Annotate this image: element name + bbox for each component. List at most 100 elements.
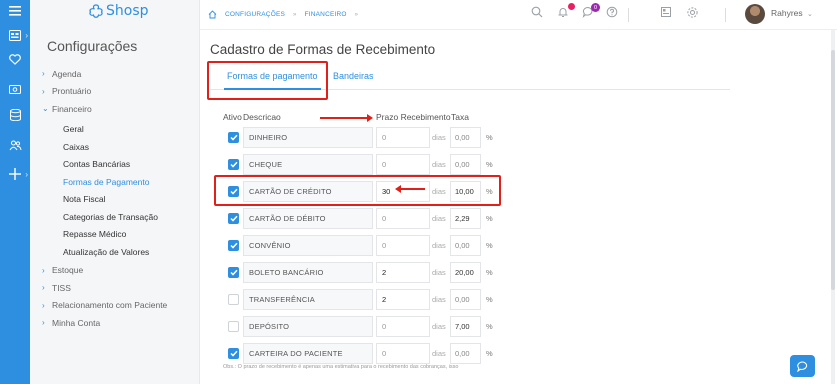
chevron-down-icon: ⌄: [42, 104, 49, 114]
menu-icon[interactable]: [0, 0, 30, 22]
active-checkbox[interactable]: [228, 294, 239, 305]
percent-label: %: [486, 322, 493, 331]
home-icon[interactable]: [208, 10, 217, 19]
chat-bubble-icon[interactable]: 0: [580, 3, 600, 21]
description-field[interactable]: TRANSFERÊNCIA: [243, 289, 373, 310]
taxa-input[interactable]: 20,00: [450, 262, 481, 283]
calculator-icon[interactable]: [658, 6, 674, 21]
dias-label: dias: [432, 322, 446, 331]
list-item: CARTÃO DE DÉBITO 0 dias 2,29%: [225, 205, 495, 232]
gear-icon[interactable]: [684, 6, 700, 22]
sidebar-item-relacionamento[interactable]: › Relacionamento com Paciente: [42, 297, 202, 315]
active-checkbox[interactable]: [228, 213, 239, 224]
users-icon[interactable]: [0, 134, 30, 156]
check-icon: [229, 350, 238, 357]
prazo-input[interactable]: 0: [376, 208, 430, 229]
sidebar-nav: › Agenda › Prontuário ⌄ Financeiro Geral…: [42, 65, 202, 332]
active-checkbox[interactable]: [228, 267, 239, 278]
heart-icon[interactable]: [0, 48, 30, 70]
taxa-input[interactable]: 0,00: [450, 289, 481, 310]
percent-label: %: [486, 268, 493, 277]
column-header-taxa: Taxa: [451, 112, 469, 122]
description-field[interactable]: DINHEIRO: [243, 127, 373, 148]
app-logo[interactable]: Shosp: [88, 3, 149, 19]
sidebar-item-financeiro[interactable]: ⌄ Financeiro: [42, 100, 202, 118]
percent-label: %: [486, 133, 493, 142]
scrollbar-thumb[interactable]: [831, 50, 835, 290]
active-checkbox[interactable]: [228, 159, 239, 170]
scrollbar[interactable]: [831, 30, 835, 384]
taxa-input[interactable]: 0,00: [450, 154, 481, 175]
sidebar-item-estoque[interactable]: › Estoque: [42, 262, 202, 280]
dias-label: dias: [432, 295, 446, 304]
list-item: TRANSFERÊNCIA 2 dias 0,00%: [225, 286, 495, 313]
sidebar-title: Configurações: [47, 38, 138, 54]
taxa-input[interactable]: 0,00: [450, 127, 481, 148]
active-checkbox[interactable]: [228, 132, 239, 143]
description-field[interactable]: BOLETO BANCÁRIO: [243, 262, 373, 283]
sidebar-item-agenda[interactable]: › Agenda: [42, 65, 202, 83]
search-icon[interactable]: [529, 6, 545, 21]
sidebar-subitem-nota-fiscal[interactable]: Nota Fiscal: [42, 191, 202, 209]
dashboard-icon[interactable]: ›: [0, 24, 30, 46]
sidebar-subitem-repasse-medico[interactable]: Repasse Médico: [42, 226, 202, 244]
percent-label: %: [486, 214, 493, 223]
sidebar: Shosp Configurações › Agenda › Prontuári…: [30, 0, 200, 384]
sidebar-subitem-contas-bancarias[interactable]: Contas Bancárias: [42, 156, 202, 174]
description-field[interactable]: DEPÓSITO: [243, 316, 373, 337]
taxa-input[interactable]: 0,00: [450, 235, 481, 256]
sidebar-subitem-atualizacao-valores[interactable]: Atualização de Valores: [42, 243, 202, 261]
prazo-input[interactable]: 2: [376, 262, 430, 283]
prazo-input[interactable]: 0: [376, 343, 430, 364]
taxa-input[interactable]: 7,00: [450, 316, 481, 337]
prazo-input[interactable]: 0: [376, 316, 430, 337]
sidebar-item-label: Relacionamento com Paciente: [52, 300, 168, 311]
sidebar-item-minha-conta[interactable]: › Minha Conta: [42, 314, 202, 332]
description-field[interactable]: CARTÃO DE DÉBITO: [243, 208, 373, 229]
tab-bandeiras[interactable]: Bandeiras: [333, 71, 374, 81]
bell-icon[interactable]: [555, 3, 575, 21]
chevron-right-icon: ›: [42, 86, 45, 96]
breadcrumb-separator-icon: »: [354, 11, 359, 18]
breadcrumb-item[interactable]: FINANCEIRO: [305, 11, 347, 18]
active-checkbox[interactable]: [228, 240, 239, 251]
check-icon: [229, 242, 238, 249]
list-item: DINHEIRO 0 dias 0,00%: [225, 124, 495, 151]
chat-bubble-icon: [796, 360, 807, 372]
chat-button[interactable]: [790, 355, 815, 377]
taxa-input[interactable]: 2,29: [450, 208, 481, 229]
active-checkbox[interactable]: [228, 321, 239, 332]
help-icon[interactable]: [604, 6, 620, 21]
list-item: CHEQUE 0 dias 0,00%: [225, 151, 495, 178]
annotation-arrow: [395, 185, 425, 193]
prazo-input[interactable]: 0: [376, 235, 430, 256]
list-item: BOLETO BANCÁRIO 2 dias 20,00%: [225, 259, 495, 286]
active-checkbox[interactable]: [228, 348, 239, 359]
breadcrumb-item[interactable]: CONFIGURAÇÕES: [225, 11, 285, 18]
avatar[interactable]: [745, 4, 765, 24]
prazo-input[interactable]: 0: [376, 154, 430, 175]
divider: [725, 8, 726, 22]
sidebar-subitem-caixas[interactable]: Caixas: [42, 138, 202, 156]
sidebar-subitem-formas-de-pagamento[interactable]: Formas de Pagamento: [42, 173, 202, 191]
taxa-input[interactable]: 0,00: [450, 343, 481, 364]
check-icon: [229, 134, 238, 141]
chevron-right-icon: ›: [42, 265, 45, 275]
plus-icon[interactable]: ›: [0, 163, 30, 185]
description-field[interactable]: CARTEIRA DO PACIENTE: [243, 343, 373, 364]
check-icon: [229, 161, 238, 168]
list-item: CONVÊNIO 0 dias 0,00%: [225, 232, 495, 259]
prazo-input[interactable]: 0: [376, 127, 430, 148]
database-icon[interactable]: [0, 104, 30, 126]
dias-label: dias: [432, 214, 446, 223]
user-menu[interactable]: Rahyres ⌄: [771, 8, 813, 18]
description-field[interactable]: CHEQUE: [243, 154, 373, 175]
sidebar-subitem-categorias[interactable]: Categorias de Transação: [42, 208, 202, 226]
money-icon[interactable]: [0, 78, 30, 100]
sidebar-item-label: Financeiro: [52, 103, 92, 114]
sidebar-subitem-geral[interactable]: Geral: [42, 121, 202, 139]
description-field[interactable]: CONVÊNIO: [243, 235, 373, 256]
sidebar-item-tiss[interactable]: › TISS: [42, 279, 202, 297]
prazo-input[interactable]: 2: [376, 289, 430, 310]
sidebar-item-prontuario[interactable]: › Prontuário: [42, 83, 202, 101]
